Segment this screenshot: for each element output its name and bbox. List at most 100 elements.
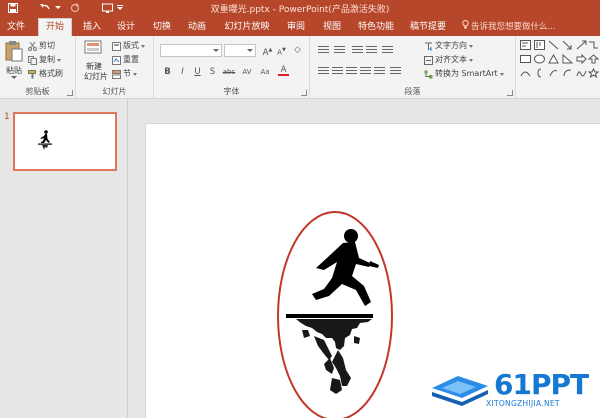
oval-shape-icon[interactable] xyxy=(534,54,545,64)
text-direction-button[interactable]: 文字方向 xyxy=(424,40,473,52)
arc-shape-icon[interactable] xyxy=(562,68,573,78)
curve-shape-icon[interactable] xyxy=(520,68,531,78)
bold-button[interactable]: B xyxy=(162,67,173,78)
text-direction-icon xyxy=(425,42,432,51)
font-launcher-icon[interactable] xyxy=(301,90,307,96)
section-label: 节 xyxy=(123,69,131,78)
copy-label: 复制 xyxy=(39,55,55,64)
rectangle-shape-icon[interactable] xyxy=(520,54,531,64)
tell-me-placeholder: 告诉我您想要做什么... xyxy=(471,22,556,32)
arrow-shape-icon[interactable] xyxy=(562,40,573,50)
paragraph-launcher-icon[interactable] xyxy=(507,90,513,96)
decrease-indent-icon[interactable] xyxy=(352,46,363,55)
shapes-gallery[interactable] xyxy=(520,40,600,82)
font-group-label: 字体 xyxy=(223,87,240,96)
tell-me-search[interactable]: 告诉我您想要做什么... xyxy=(462,19,556,35)
paste-icon xyxy=(5,41,23,62)
triangle-shape-icon[interactable] xyxy=(548,54,559,64)
ribbon: 粘贴 剪切 复制 格式刷 剪贴板 新建 幻灯片 版式 重置 节 幻灯片 A▲ A… xyxy=(0,36,600,99)
change-case-button[interactable]: Aa xyxy=(258,67,272,78)
line-shape-icon[interactable] xyxy=(548,40,559,50)
align-center-icon[interactable] xyxy=(332,67,343,76)
tab-insert[interactable]: 插入 xyxy=(80,19,104,36)
redo-icon[interactable] xyxy=(68,1,82,15)
start-from-beginning-icon[interactable] xyxy=(100,1,116,15)
block-arrow-shape-icon[interactable] xyxy=(576,54,587,64)
clipboard-launcher-icon[interactable] xyxy=(67,90,73,96)
character-spacing-button[interactable]: AV xyxy=(240,67,254,78)
undo-icon[interactable] xyxy=(36,1,54,15)
align-right-icon[interactable] xyxy=(346,67,357,76)
underline-button[interactable]: U xyxy=(192,67,203,78)
italic-button[interactable]: I xyxy=(177,67,188,78)
columns-icon[interactable] xyxy=(390,67,401,76)
paragraph-group: 文字方向 对齐文本 转换为 SmartArt 段落 xyxy=(310,36,516,99)
decrease-font-size-icon[interactable]: A▼ xyxy=(276,45,287,56)
font-size-combobox[interactable] xyxy=(224,44,256,57)
tab-file[interactable]: 文件 xyxy=(4,19,28,36)
window-title: 双重曝光.pptx - PowerPoint(产品激活失败) xyxy=(210,5,390,15)
up-arrow-shape-icon[interactable] xyxy=(588,54,599,64)
star-shape-icon[interactable] xyxy=(588,68,599,78)
cut-button[interactable]: 剪切 xyxy=(28,40,55,52)
text-shadow-button[interactable]: S xyxy=(207,67,218,78)
tab-transitions[interactable]: 切换 xyxy=(150,19,174,36)
tab-outline[interactable]: 稿节提要 xyxy=(408,19,448,36)
numbering-icon[interactable] xyxy=(334,46,345,55)
slide-thumbnail[interactable] xyxy=(13,112,117,171)
align-text-button[interactable]: 对齐文本 xyxy=(424,54,473,66)
tab-review[interactable]: 审阅 xyxy=(284,19,308,36)
strikethrough-button[interactable]: abc xyxy=(221,67,237,78)
watermark-brand: 61PPT xyxy=(494,368,589,401)
tab-animations[interactable]: 动画 xyxy=(185,19,209,36)
convert-smartart-dropdown-icon xyxy=(499,72,504,76)
font-name-combobox[interactable] xyxy=(160,44,222,57)
bracket-shape-icon[interactable] xyxy=(548,68,559,78)
format-painter-button[interactable]: 格式刷 xyxy=(28,68,63,80)
tab-home[interactable]: 开始 xyxy=(38,18,72,36)
tab-slideshow[interactable]: 幻灯片放映 xyxy=(222,19,272,36)
align-left-icon[interactable] xyxy=(318,67,329,76)
lightbulb-icon xyxy=(462,19,471,35)
layout-button[interactable]: 版式 xyxy=(112,40,145,52)
increase-indent-icon[interactable] xyxy=(366,46,377,55)
layout-dropdown-icon xyxy=(141,44,145,48)
freeform-shape-icon[interactable] xyxy=(576,68,587,78)
increase-font-size-icon[interactable]: A▲ xyxy=(262,45,273,58)
clear-formatting-icon[interactable]: ◇ xyxy=(292,45,303,56)
section-button[interactable]: 节 xyxy=(112,68,137,80)
save-icon[interactable] xyxy=(6,1,20,15)
undo-dropdown-icon[interactable] xyxy=(54,1,62,15)
thumbnail-number: 1 xyxy=(4,112,10,122)
brace-shape-icon[interactable] xyxy=(534,68,545,78)
paste-button[interactable]: 粘贴 xyxy=(3,40,25,84)
new-slide-button[interactable]: 新建 幻灯片 xyxy=(81,39,108,85)
justify-icon[interactable] xyxy=(360,67,371,76)
line-spacing-icon[interactable] xyxy=(382,46,393,55)
slides-group: 新建 幻灯片 版式 重置 节 幻灯片 xyxy=(76,36,154,99)
align-text-dropdown-icon xyxy=(469,58,473,62)
reset-button[interactable]: 重置 xyxy=(112,54,139,66)
layout-label: 版式 xyxy=(123,41,139,50)
reset-icon xyxy=(112,55,121,65)
clipboard-group: 粘贴 剪切 复制 格式刷 剪贴板 xyxy=(0,36,76,99)
customize-toolbar-icon[interactable] xyxy=(116,1,124,15)
paragraph-group-label: 段落 xyxy=(404,87,421,96)
runner-reflection xyxy=(296,319,372,394)
tab-view[interactable]: 视图 xyxy=(320,19,344,36)
textbox-shape-icon[interactable] xyxy=(520,40,531,50)
distributed-icon[interactable] xyxy=(374,67,385,76)
tab-special-features[interactable]: 特色功能 xyxy=(356,19,396,36)
copy-button[interactable]: 复制 xyxy=(28,54,61,66)
tab-design[interactable]: 设计 xyxy=(114,19,138,36)
double-arrow-shape-icon[interactable] xyxy=(576,40,587,50)
clipboard-group-label: 剪贴板 xyxy=(25,87,50,96)
bullets-icon[interactable] xyxy=(318,46,329,55)
convert-smartart-button[interactable]: 转换为 SmartArt xyxy=(424,68,504,80)
reset-label: 重置 xyxy=(123,55,139,64)
align-text-label: 对齐文本 xyxy=(435,55,467,64)
font-color-button[interactable]: A xyxy=(278,65,289,76)
vertical-textbox-shape-icon[interactable] xyxy=(534,40,545,50)
elbow-connector-shape-icon[interactable] xyxy=(588,40,599,50)
right-triangle-shape-icon[interactable] xyxy=(562,54,573,64)
